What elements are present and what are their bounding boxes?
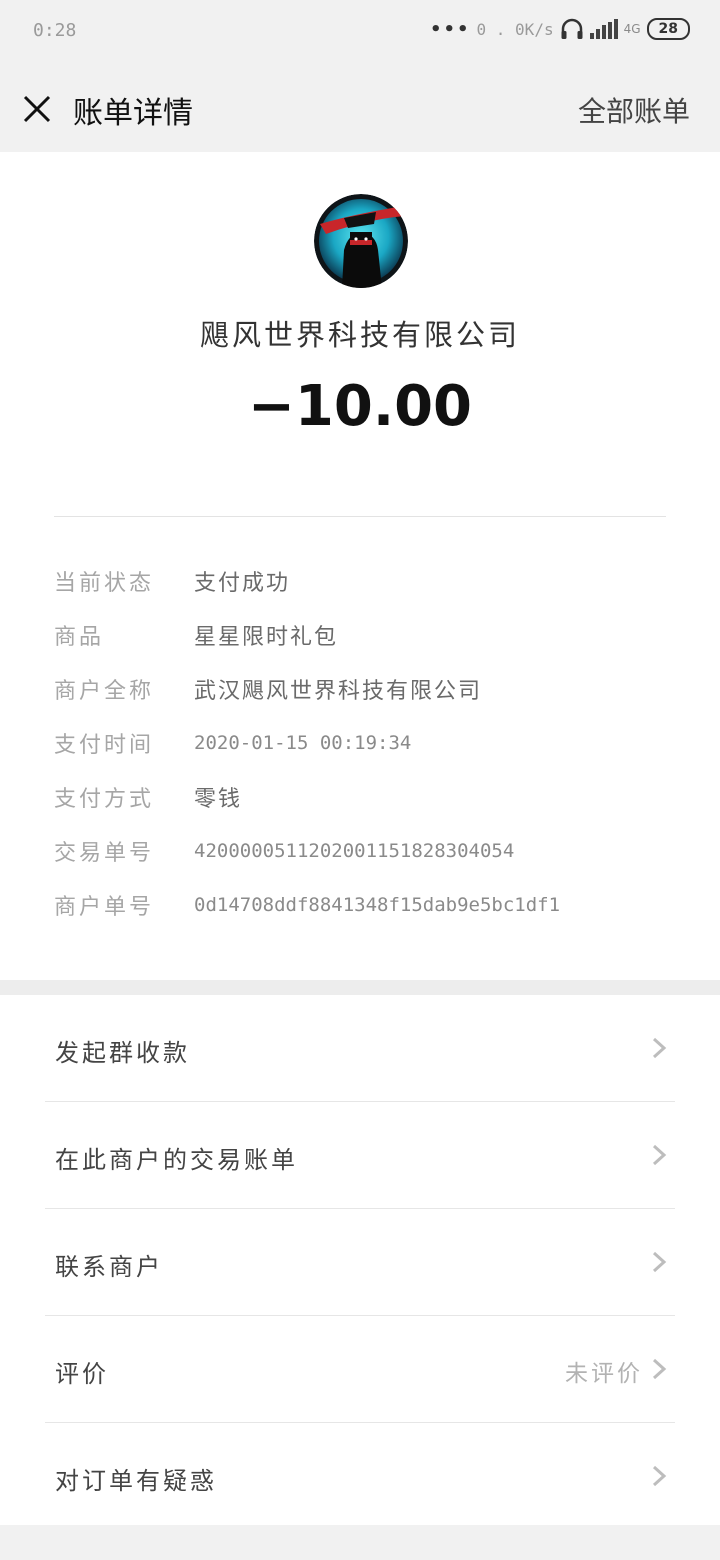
detail-row-pay-method: 支付方式 零钱 (54, 770, 674, 824)
detail-row-transaction-id: 交易单号 4200000511202001151828304054 (54, 824, 674, 878)
divider (54, 516, 666, 517)
action-order-question[interactable]: 对订单有疑惑 (45, 1423, 675, 1529)
review-status: 未评价 (565, 1361, 643, 1387)
status-time: 0:28 (33, 20, 77, 41)
detail-row-pay-time: 支付时间 2020-01-15 00:19:34 (54, 716, 674, 770)
signal-icon (589, 19, 618, 39)
action-group-collect[interactable]: 发起群收款 (45, 995, 675, 1102)
action-label: 对订单有疑惑 (55, 1467, 217, 1495)
detail-value: 星星限时礼包 (194, 625, 339, 650)
network-speed: 0 . 0K/s (476, 19, 554, 39)
detail-label: 商户全称 (54, 679, 155, 704)
action-label: 在此商户的交易账单 (55, 1146, 298, 1174)
detail-row-product: 商品 星星限时礼包 (54, 608, 674, 662)
detail-label: 交易单号 (54, 841, 155, 866)
action-label: 评价 (55, 1360, 109, 1388)
page-title: 账单详情 (73, 96, 193, 131)
action-list: 发起群收款 在此商户的交易账单 联系商户 评价 未评价 对订单有疑惑 (0, 995, 720, 1525)
network-type: 4G (623, 22, 641, 36)
detail-row-merchant-order-id: 商户单号 0d14708ddf8841348f15dab9e5bc1df1 (54, 878, 674, 932)
detail-label: 支付方式 (54, 787, 155, 812)
chevron-right-icon (651, 1465, 667, 1487)
chevron-right-icon (651, 1358, 667, 1380)
detail-list: 当前状态 支付成功 商品 星星限时礼包 商户全称 武汉飓风世界科技有限公司 支付… (54, 554, 674, 932)
battery-indicator: 28 (646, 18, 690, 40)
action-label: 联系商户 (55, 1253, 163, 1281)
detail-value[interactable]: 4200000511202001151828304054 (194, 840, 514, 862)
detail-value[interactable]: 0d14708ddf8841348f15dab9e5bc1df1 (194, 894, 560, 916)
detail-value: 零钱 (194, 787, 243, 812)
merchant-name: 飓风世界科技有限公司 (199, 318, 520, 352)
status-indicators: ••• 0 . 0K/s 4G 28 (430, 18, 690, 40)
bill-summary-card: 飓风世界科技有限公司 −10.00 当前状态 支付成功 商品 星星限时礼包 商户… (0, 152, 720, 980)
headset-icon (560, 18, 584, 40)
action-review[interactable]: 评价 未评价 (45, 1316, 675, 1423)
detail-value: 支付成功 (194, 571, 291, 596)
bottom-spacer (0, 1525, 720, 1560)
chevron-right-icon (651, 1144, 667, 1166)
merchant-avatar (314, 194, 408, 288)
chevron-right-icon (651, 1251, 667, 1273)
detail-row-merchant-fullname: 商户全称 武汉飓风世界科技有限公司 (54, 662, 674, 716)
all-bills-link[interactable]: 全部账单 (578, 90, 690, 130)
detail-row-status: 当前状态 支付成功 (54, 554, 674, 608)
detail-label: 商品 (54, 625, 105, 650)
action-label: 发起群收款 (55, 1039, 190, 1067)
notification-dots: ••• (430, 18, 471, 40)
close-icon[interactable] (22, 94, 52, 124)
detail-value: 武汉飓风世界科技有限公司 (194, 679, 483, 704)
payment-amount: −10.00 (247, 374, 473, 439)
detail-value: 2020-01-15 00:19:34 (194, 732, 412, 754)
action-contact-merchant[interactable]: 联系商户 (45, 1209, 675, 1316)
status-bar: 0:28 ••• 0 . 0K/s 4G 28 (0, 0, 720, 64)
chevron-right-icon (651, 1037, 667, 1059)
header: 账单详情 全部账单 (0, 64, 720, 152)
detail-label: 当前状态 (54, 571, 155, 596)
detail-label: 商户单号 (54, 895, 155, 920)
detail-label: 支付时间 (54, 733, 155, 758)
action-merchant-bills[interactable]: 在此商户的交易账单 (45, 1102, 675, 1209)
